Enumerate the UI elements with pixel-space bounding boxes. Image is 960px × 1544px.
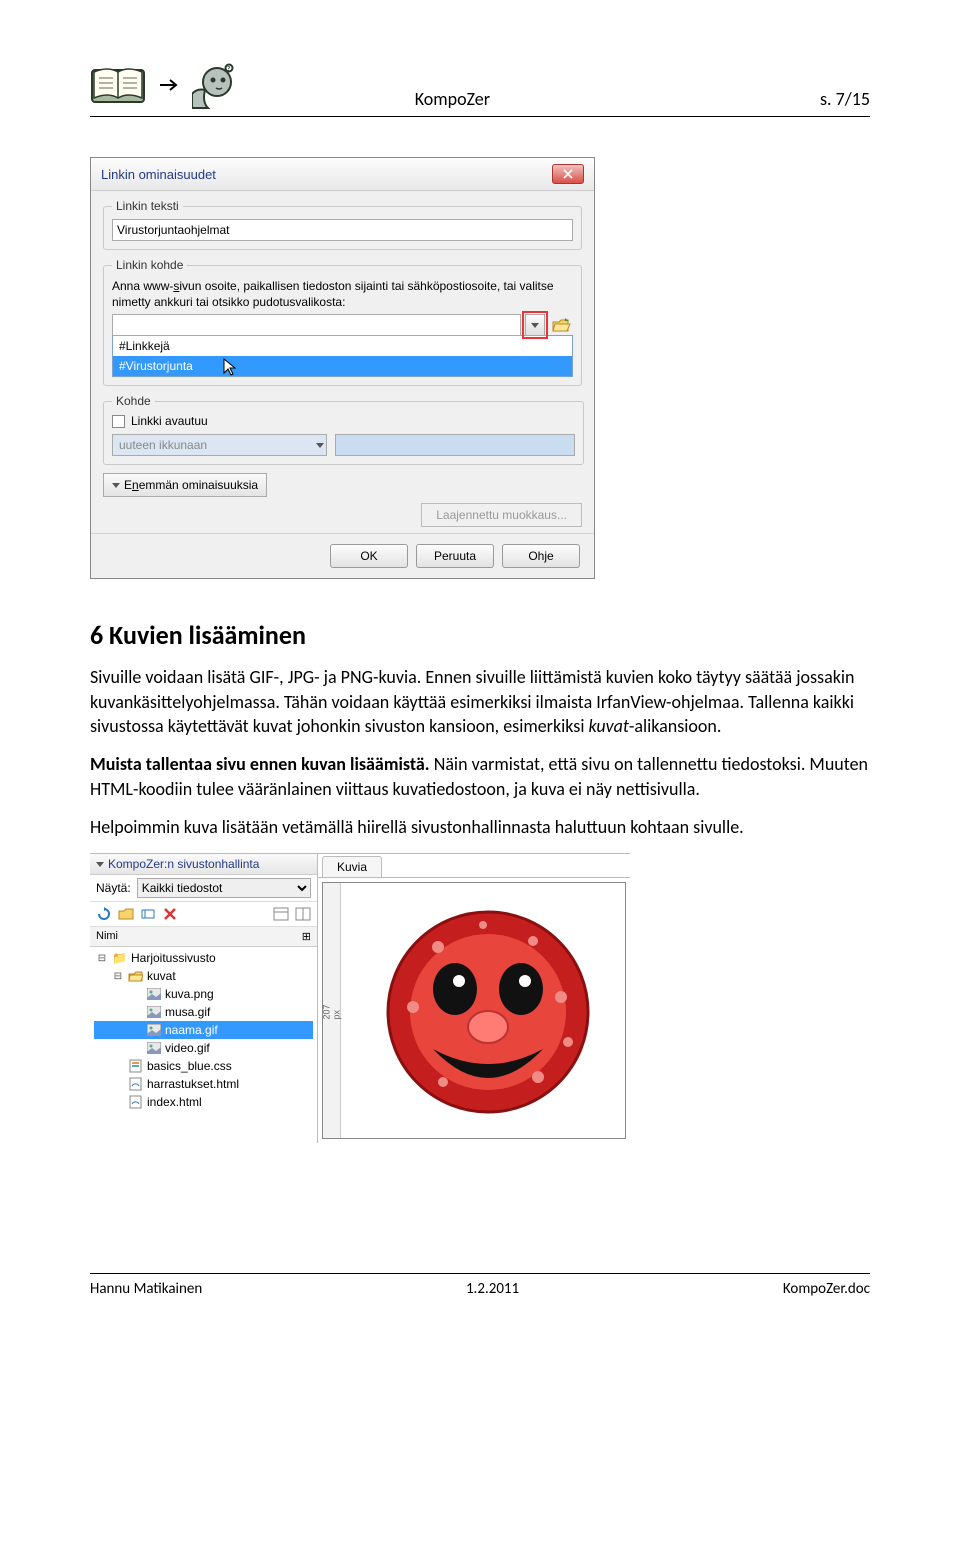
html-icon [128, 1077, 143, 1091]
document-area: Kuvia 207 px [318, 854, 630, 1143]
arrow-icon [158, 78, 182, 92]
dialog-footer: OK Peruuta Ohje [91, 533, 594, 578]
close-button[interactable] [552, 164, 584, 184]
folder-open-icon [551, 316, 571, 334]
html-icon [128, 1095, 143, 1109]
cursor-icon [223, 358, 239, 378]
delete-icon[interactable] [161, 905, 179, 923]
rename-icon[interactable] [139, 905, 157, 923]
svg-text:?: ? [227, 64, 230, 73]
chevron-down-icon [112, 483, 120, 488]
column-menu-icon[interactable]: ⊞ [302, 930, 311, 943]
cancel-button[interactable]: Peruuta [416, 544, 494, 568]
tree-file[interactable]: index.html [94, 1093, 313, 1111]
footer-author: Hannu Matikainen [90, 1280, 202, 1298]
close-icon [563, 169, 573, 179]
chevron-down-icon [316, 443, 324, 448]
tree-folder[interactable]: ⊟kuvat [94, 967, 313, 985]
person-icon: ? [192, 60, 238, 110]
tree-file[interactable]: kuva.png [94, 985, 313, 1003]
ok-button[interactable]: OK [330, 544, 408, 568]
css-icon [128, 1059, 143, 1073]
link-text-input[interactable] [112, 219, 573, 241]
dropdown-button[interactable] [525, 314, 545, 336]
anchor-dropdown-list: #Linkkejä #Virustorjunta [112, 335, 573, 377]
header-app-name: KompoZer [415, 88, 490, 110]
target-instructions: Anna www-sivun osoite, paikallisen tiedo… [112, 278, 573, 310]
image-icon [146, 1041, 161, 1055]
dialog-title: Linkin ominaisuudet [101, 167, 216, 182]
book-icon [90, 62, 148, 108]
header-page-num: s. 7/15 [820, 88, 870, 110]
site-manager-screenshot: KompoZer:n sivustonhallinta Näytä: Kaikk… [90, 853, 630, 1143]
view2-icon[interactable] [294, 905, 312, 923]
tree-file-selected[interactable]: naama.gif [94, 1021, 313, 1039]
footer-file: KompoZer.doc [783, 1280, 870, 1298]
url-input[interactable] [112, 314, 521, 336]
chevron-down-icon [96, 862, 104, 867]
tree-file[interactable]: video.gif [94, 1039, 313, 1057]
paragraph-2: Muista tallentaa sivu ennen kuvan lisääm… [90, 752, 870, 801]
paragraph-3: Helpoimmin kuva lisätään vetämällä hiire… [90, 815, 870, 839]
show-select[interactable]: Kaikki tiedostot [137, 878, 311, 898]
site-manager-panel: KompoZer:n sivustonhallinta Näytä: Kaikk… [90, 854, 318, 1143]
chevron-down-icon [531, 323, 539, 328]
tree-file[interactable]: harrastukset.html [94, 1075, 313, 1093]
dropdown-item-selected[interactable]: #Virustorjunta [113, 356, 572, 376]
help-button[interactable]: Ohje [502, 544, 580, 568]
tree-file[interactable]: basics_blue.css [94, 1057, 313, 1075]
link-target-group: Linkin kohde Anna www-sivun osoite, paik… [103, 258, 582, 386]
toolbar [90, 902, 317, 927]
image-icon [146, 1023, 161, 1037]
page-footer: Hannu Matikainen 1.2.2011 KompoZer.doc [90, 1273, 870, 1298]
dialog-titlebar: Linkin ominaisuudet [91, 158, 594, 191]
link-opens-checkbox[interactable] [112, 415, 125, 428]
file-tree: ⊟📁Harjoitussivusto ⊟kuvat kuva.png musa.… [90, 947, 317, 1113]
column-header: Nimi ⊞ [90, 927, 317, 947]
link-text-legend: Linkin teksti [112, 199, 183, 213]
panel-title: KompoZer:n sivustonhallinta [108, 857, 259, 871]
browse-button[interactable] [549, 314, 573, 336]
document-tab[interactable]: Kuvia [322, 856, 382, 877]
refresh-icon[interactable] [95, 905, 113, 923]
folder-icon[interactable] [117, 905, 135, 923]
link-text-group: Linkin teksti [103, 199, 582, 250]
section-heading: 6 Kuvien lisääminen [90, 619, 870, 651]
kohde-group: Kohde Linkki avautuu uuteen ikkunaan [103, 394, 584, 465]
image-icon [146, 987, 161, 1001]
tree-file[interactable]: musa.gif [94, 1003, 313, 1021]
view-icon[interactable] [272, 905, 290, 923]
link-properties-dialog: Linkin ominaisuudet Linkin teksti Linkin… [90, 157, 595, 579]
tree-root[interactable]: ⊟📁Harjoitussivusto [94, 949, 313, 967]
more-properties-button[interactable]: Enemmän ominaisuuksia [103, 473, 267, 497]
folder-open-icon [128, 969, 143, 983]
paragraph-1: Sivuille voidaan lisätä GIF-, JPG- ja PN… [90, 665, 870, 738]
link-target-legend: Linkin kohde [112, 258, 187, 272]
face-image [383, 907, 593, 1117]
header-logo-group: ? [90, 60, 238, 110]
vertical-ruler: 207 px [323, 883, 341, 1138]
window-select-disabled: uuteen ikkunaan [112, 434, 327, 456]
window-blank-disabled [335, 434, 575, 456]
show-label: Näytä: [96, 881, 131, 895]
kohde-legend: Kohde [112, 394, 155, 408]
advanced-edit-button[interactable]: Laajennettu muokkaus... [421, 503, 582, 527]
link-opens-label: Linkki avautuu [131, 414, 208, 428]
editor-canvas[interactable]: 207 px [322, 882, 626, 1139]
page-header: ? KompoZer s. 7/15 [90, 60, 870, 117]
image-icon [146, 1005, 161, 1019]
site-icon: 📁 [112, 951, 127, 965]
dropdown-item[interactable]: #Linkkejä [113, 336, 572, 356]
footer-date: 1.2.2011 [466, 1280, 519, 1298]
